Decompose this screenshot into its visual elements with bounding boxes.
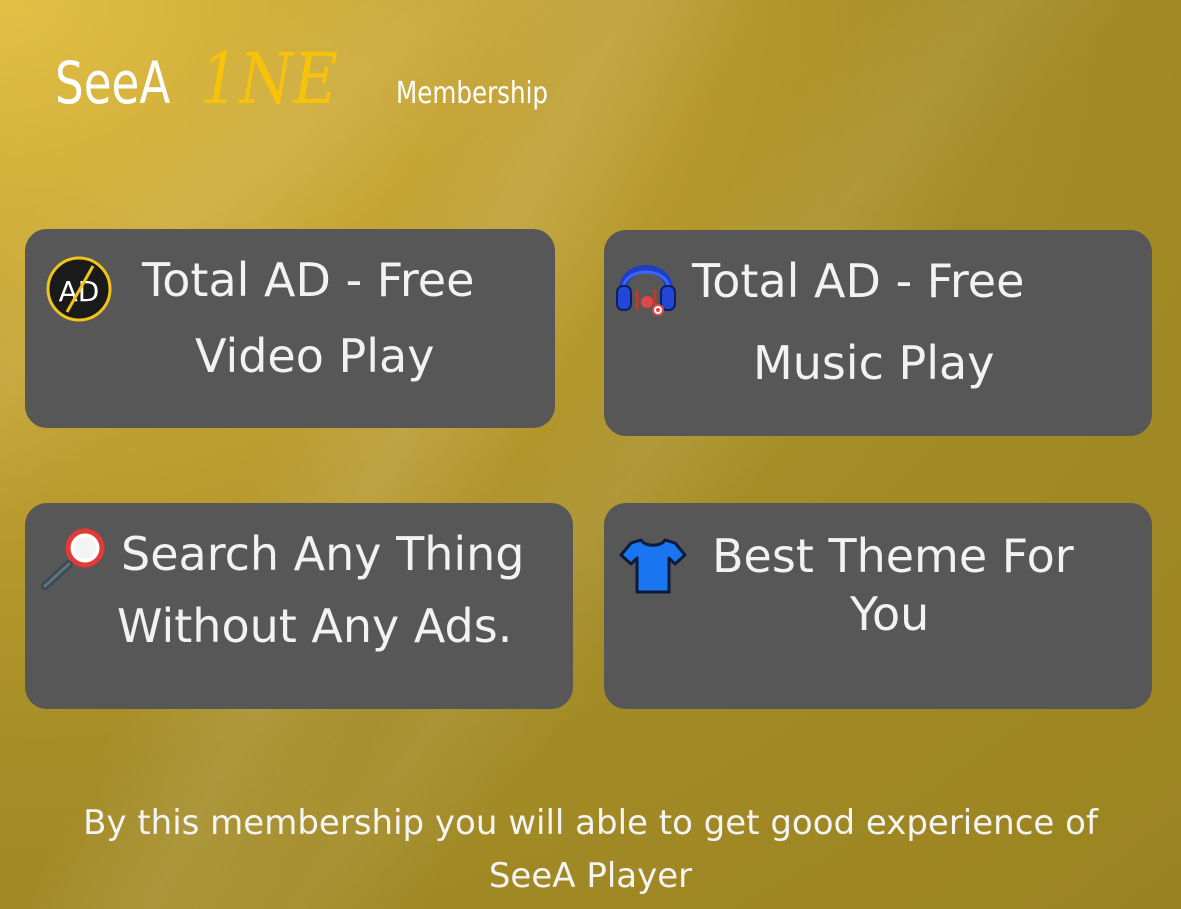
feature-card-music[interactable]: Total AD - Free Music Play [604, 230, 1152, 436]
app-header: SeeA 1NE Membership [55, 38, 581, 120]
headphones-icon [616, 265, 676, 316]
feature-title-line2: You [850, 587, 930, 641]
feature-title-line2: Music Play [753, 336, 995, 390]
feature-title-video: Total AD - Free Video Play [142, 257, 474, 379]
description-line1: By this membership you will able to get … [83, 803, 1098, 843]
magnifier-icon [41, 528, 105, 590]
description-line2: SeeA Player [488, 856, 693, 896]
feature-title-music: Total AD - Free Music Play [692, 258, 1024, 386]
feature-title-line1: Total AD - Free [692, 254, 1025, 308]
page-title: Membership [396, 76, 549, 111]
feature-title-line2: Video Play [195, 329, 435, 383]
feature-title-search: Search Any Thing Without Any Ads. [117, 527, 525, 649]
tshirt-icon [619, 538, 687, 594]
feature-title-line2: Without Any Ads. [117, 599, 513, 653]
feature-title-line1: Best Theme For [712, 529, 1074, 583]
feature-title-theme: Best Theme For You [712, 533, 1074, 637]
brand-name-seea: SeeA [55, 49, 171, 117]
membership-description: By this membership you will able to get … [0, 797, 1181, 903]
ad-blocked-icon: AD [46, 256, 112, 322]
feature-title-line1: Total AD - Free [142, 253, 475, 307]
feature-card-theme[interactable]: Best Theme For You [604, 503, 1152, 709]
feature-card-video[interactable]: AD Total AD - Free Video Play [25, 229, 555, 428]
feature-title-line1: Search Any Thing [121, 527, 525, 581]
brand-name-one: 1NE [200, 38, 339, 120]
feature-card-search[interactable]: Search Any Thing Without Any Ads. [25, 503, 573, 709]
